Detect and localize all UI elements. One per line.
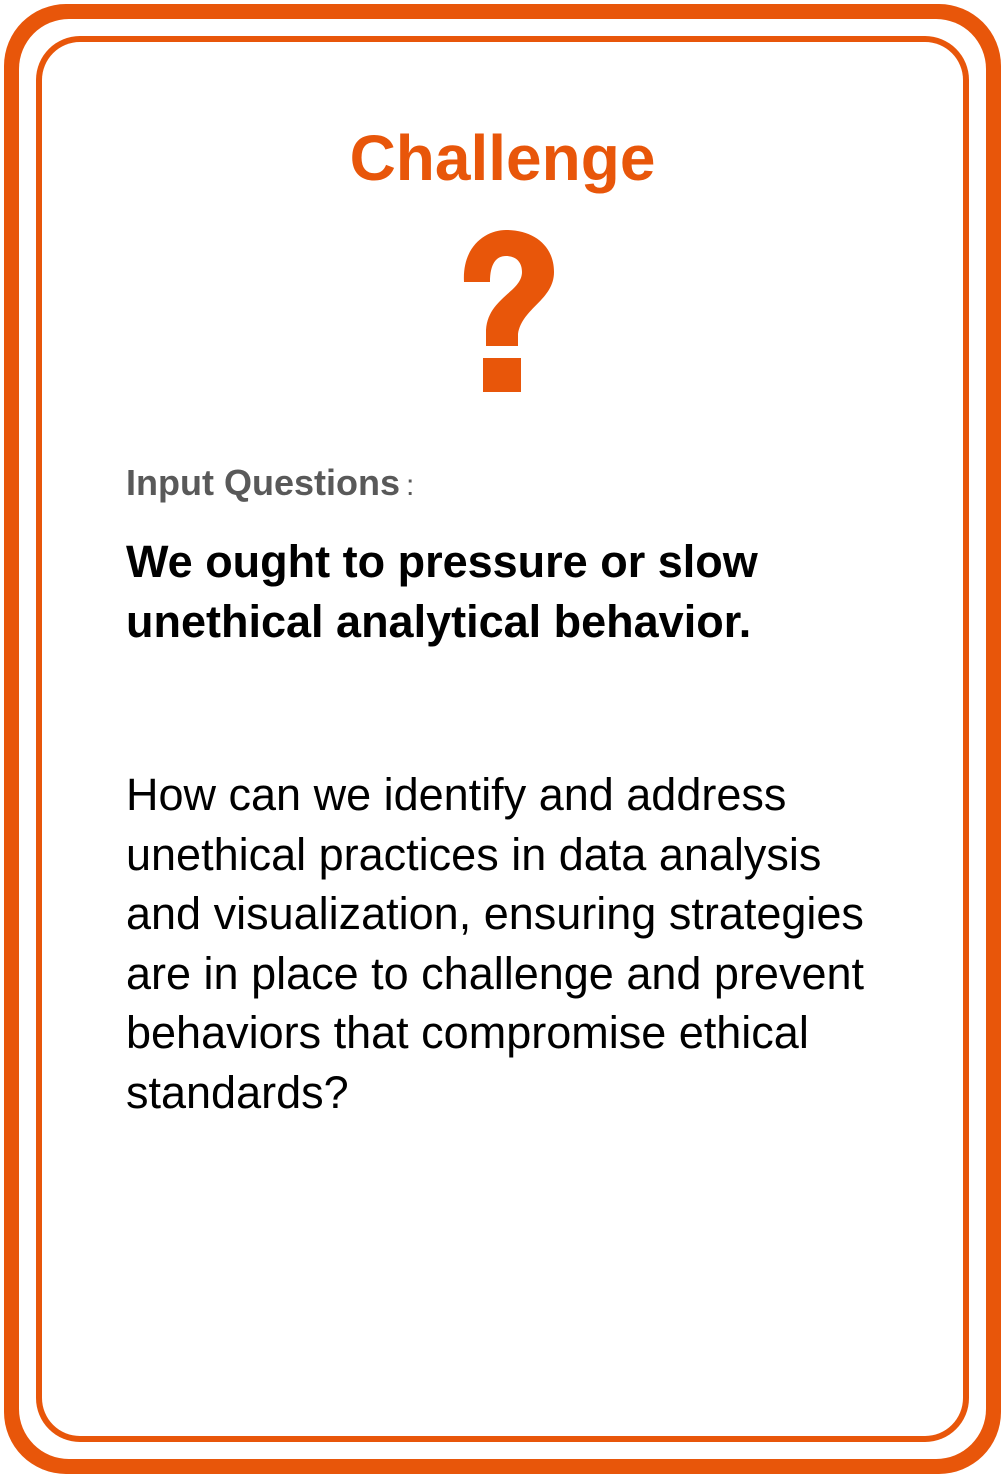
input-questions-label: Input Questions:: [126, 460, 414, 509]
challenge-question: How can we identify and address unethica…: [126, 769, 865, 1118]
input-questions-label-text: Input Questions: [126, 462, 400, 503]
question-mark-icon: [463, 230, 554, 392]
input-questions-colon: :: [406, 469, 415, 502]
challenge-statement: We ought to pressure or slow unethical a…: [126, 536, 758, 647]
card-title: Challenge: [349, 122, 656, 194]
